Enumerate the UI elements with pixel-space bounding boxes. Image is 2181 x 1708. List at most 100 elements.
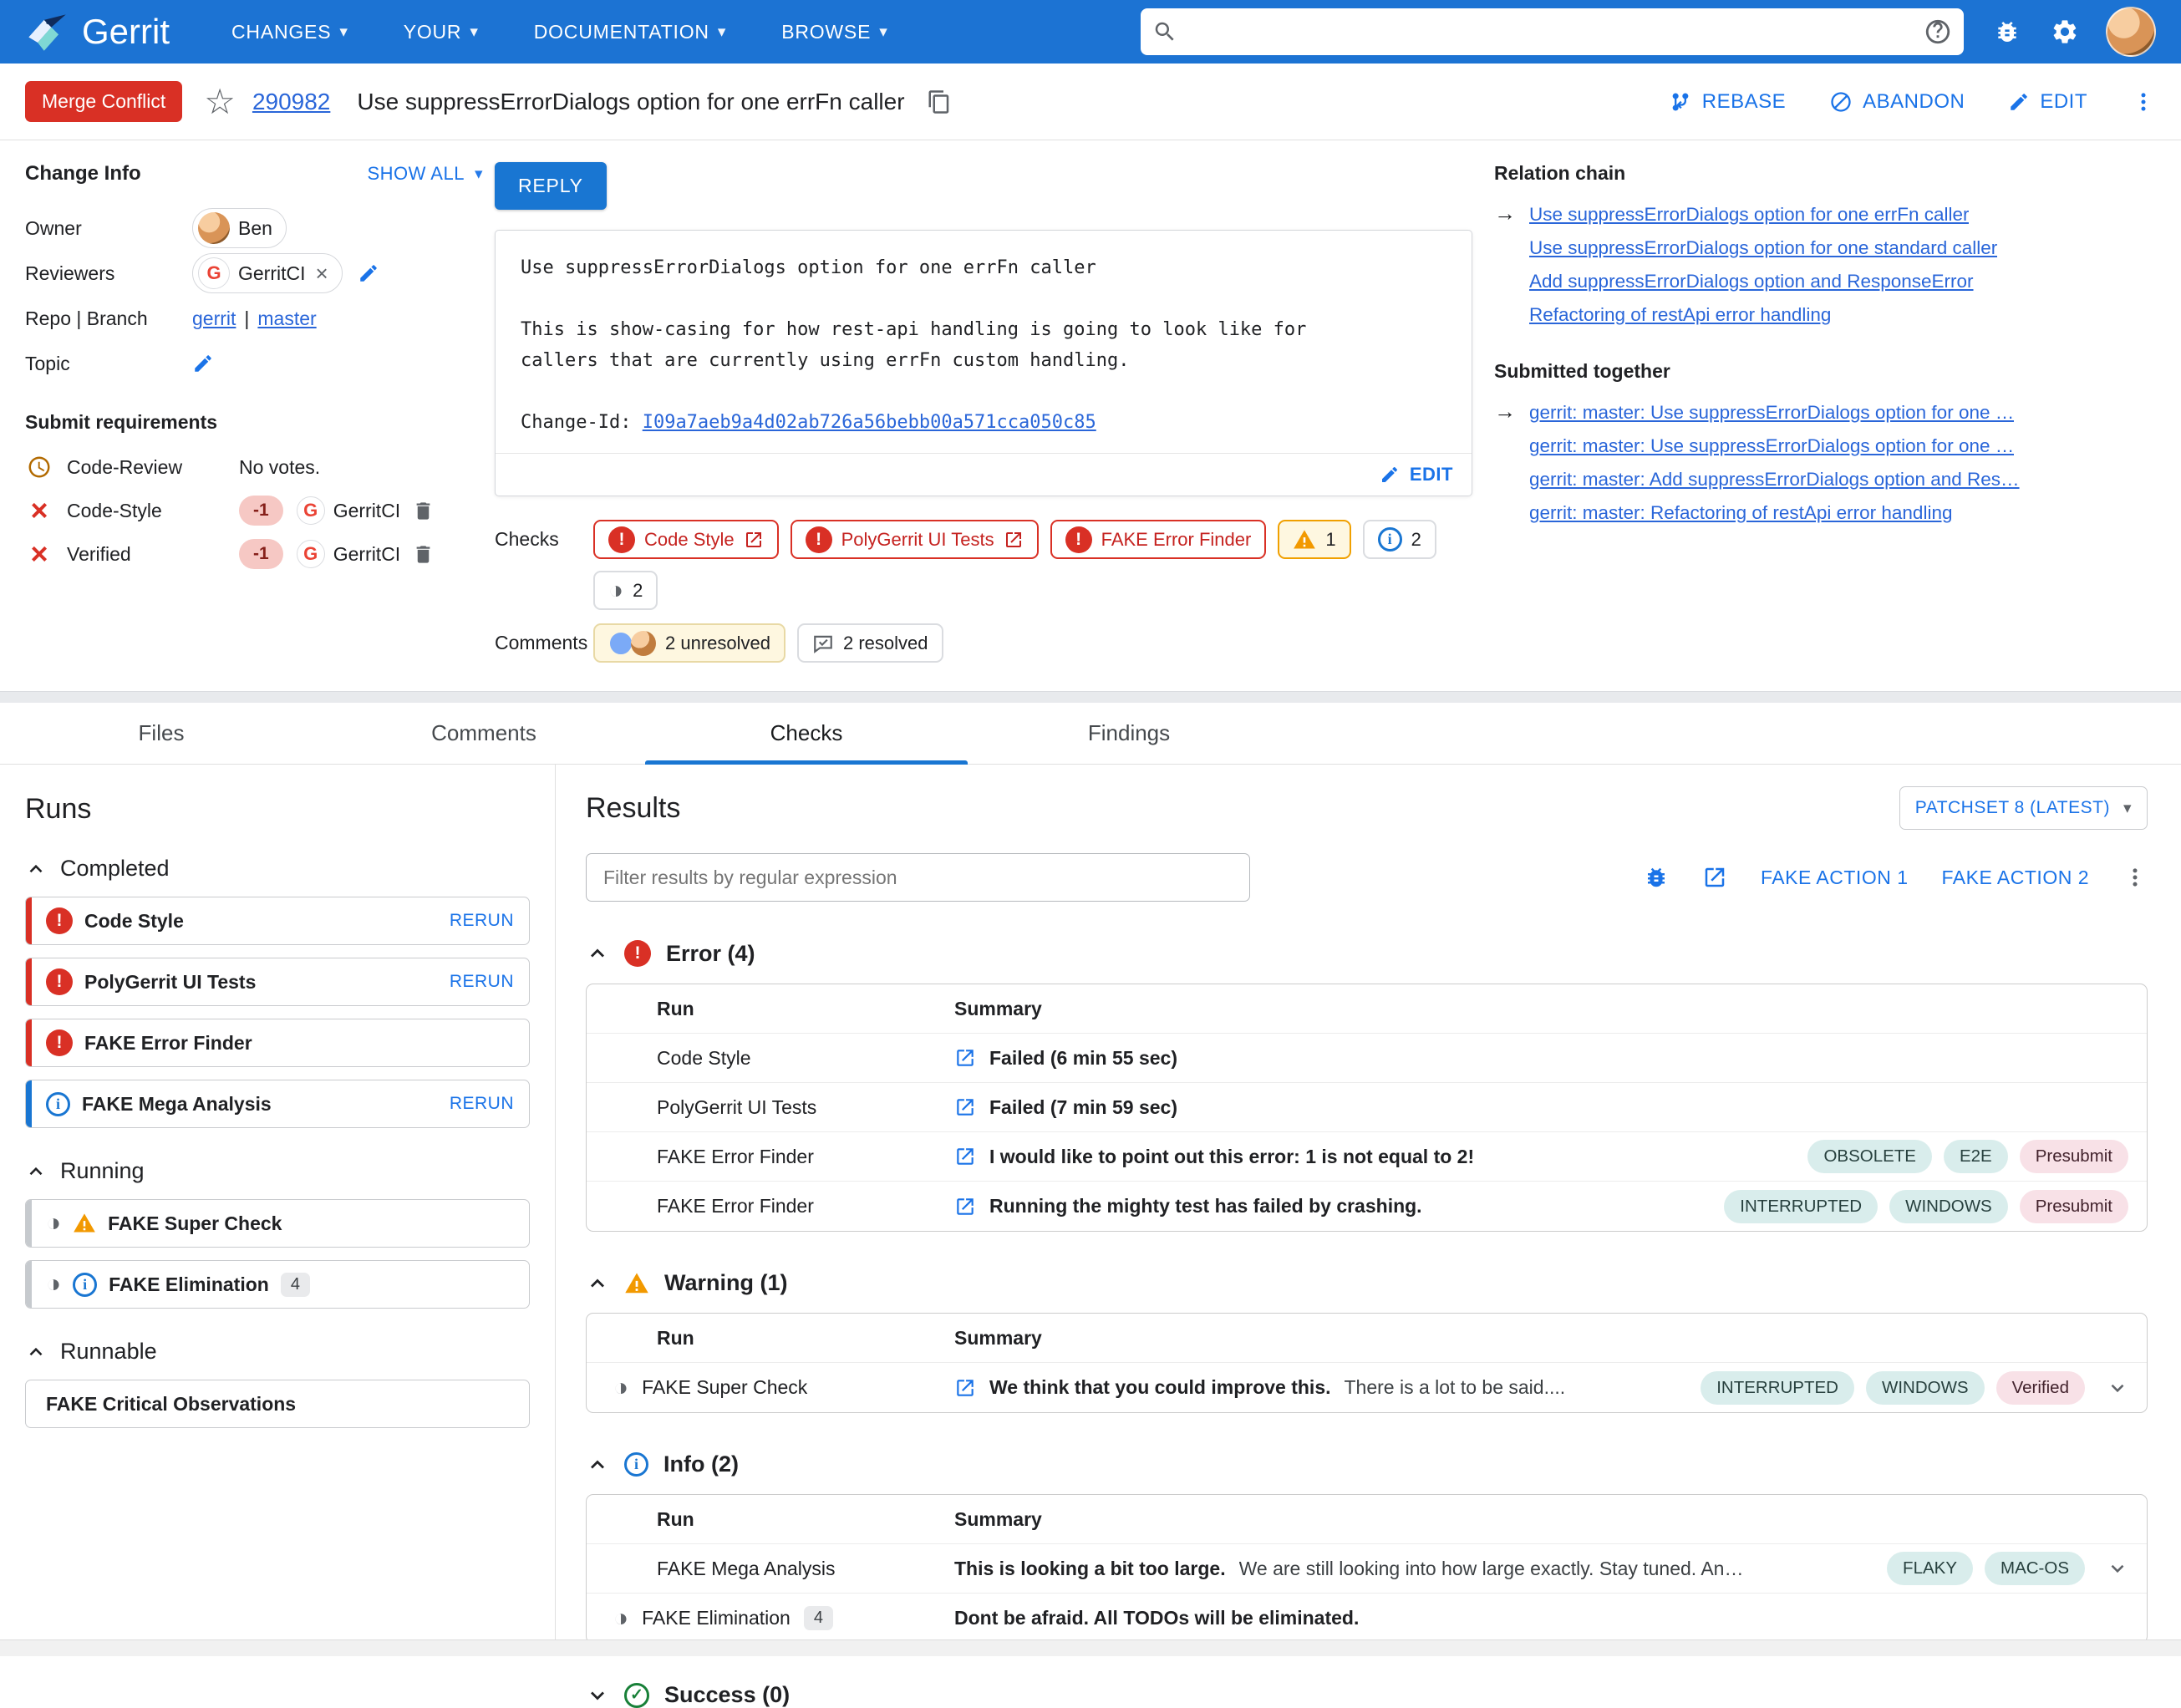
edit-reviewers-icon[interactable] xyxy=(358,262,379,284)
tab-checks[interactable]: Checks xyxy=(645,703,968,765)
external-link-icon[interactable] xyxy=(1702,865,1727,890)
external-link-icon[interactable] xyxy=(954,1196,976,1217)
gerrit-home-link[interactable]: Gerrit xyxy=(25,10,170,53)
run-card-fake-super-check[interactable]: ◑ FAKE Super Check xyxy=(25,1199,530,1248)
delete-vote-icon[interactable] xyxy=(412,500,435,522)
running-count-chip[interactable]: ◑ 2 xyxy=(593,571,658,610)
run-card-fake-critical-observations[interactable]: FAKE Critical Observations xyxy=(25,1380,530,1428)
reviewer-chip[interactable]: G GerritCI × xyxy=(192,253,343,293)
relation-chain-link[interactable]: Add suppressErrorDialogs option and Resp… xyxy=(1529,265,1974,298)
more-options-icon[interactable] xyxy=(2123,865,2148,890)
submitted-together-link[interactable]: gerrit: master: Add suppressErrorDialogs… xyxy=(1529,463,2020,496)
result-row[interactable]: FAKE Mega Analysis This is looking a bit… xyxy=(587,1544,2147,1594)
expand-row-chevron-icon[interactable] xyxy=(2107,1377,2128,1399)
run-card-fake-elimination[interactable]: ◑ i FAKE Elimination 4 xyxy=(25,1260,530,1309)
unresolved-comments-chip[interactable]: 2 unresolved xyxy=(593,623,785,663)
expand-row-chevron-icon[interactable] xyxy=(2107,1558,2128,1579)
result-tag[interactable]: FLAKY xyxy=(1887,1552,1973,1585)
chevron-up-icon[interactable] xyxy=(25,858,47,880)
result-tag[interactable]: OBSOLETE xyxy=(1807,1140,1932,1173)
edit-topic-icon[interactable] xyxy=(192,353,214,374)
filter-results-input[interactable] xyxy=(586,853,1250,902)
show-all-button[interactable]: SHOW ALL ▾ xyxy=(367,163,483,185)
star-icon[interactable]: ☆ xyxy=(204,84,236,119)
vote-chip[interactable]: -1 xyxy=(239,539,283,569)
result-tag[interactable]: WINDOWS xyxy=(1889,1189,2008,1223)
rerun-button[interactable]: RERUN xyxy=(450,972,514,992)
reply-button[interactable]: REPLY xyxy=(495,162,607,210)
running-section-header[interactable]: Running xyxy=(25,1158,530,1184)
external-link-icon[interactable] xyxy=(954,1096,976,1118)
completed-section-header[interactable]: Completed xyxy=(25,856,530,882)
result-row[interactable]: ◑ FAKE Super Check We think that you cou… xyxy=(587,1363,2147,1412)
warning-count-chip[interactable]: 1 xyxy=(1278,520,1351,559)
rerun-button[interactable]: RERUN xyxy=(450,911,514,931)
nav-your[interactable]: YOUR ▾ xyxy=(404,21,479,43)
result-tag[interactable]: MAC-OS xyxy=(1985,1552,2085,1585)
fake-action-2-button[interactable]: FAKE ACTION 2 xyxy=(1942,867,2090,889)
search-input[interactable] xyxy=(1189,20,1912,43)
relation-chain-link[interactable]: Refactoring of restApi error handling xyxy=(1529,298,1831,332)
result-tag[interactable]: Presubmit xyxy=(2019,1189,2128,1223)
success-section-header[interactable]: ✓ Success (0) xyxy=(586,1682,2148,1708)
resolved-comments-chip[interactable]: 2 resolved xyxy=(796,623,943,663)
run-card-fake-error-finder[interactable]: ! FAKE Error Finder xyxy=(25,1019,530,1067)
relation-chain-link[interactable]: Use suppressErrorDialogs option for one … xyxy=(1529,231,1997,265)
info-count-chip[interactable]: i 2 xyxy=(1362,520,1436,559)
chevron-up-icon[interactable] xyxy=(586,1272,609,1295)
check-chip-fake-error-finder[interactable]: ! FAKE Error Finder xyxy=(1050,520,1267,559)
nav-changes[interactable]: CHANGES ▾ xyxy=(231,21,348,43)
report-bug-icon[interactable] xyxy=(1644,865,1669,890)
edit-button[interactable]: EDIT xyxy=(2008,90,2087,114)
user-avatar[interactable] xyxy=(2106,7,2156,57)
result-tag[interactable]: WINDOWS xyxy=(1865,1370,1985,1405)
relation-chain-link[interactable]: Use suppressErrorDialogs option for one … xyxy=(1529,198,1969,231)
result-row[interactable]: PolyGerrit UI Tests Failed (7 min 59 sec… xyxy=(587,1083,2147,1132)
abandon-button[interactable]: ABANDON xyxy=(1829,90,1965,114)
tab-findings[interactable]: Findings xyxy=(968,703,1290,764)
run-card-polygerrit-ui-tests[interactable]: ! PolyGerrit UI Tests RERUN xyxy=(25,958,530,1006)
delete-vote-icon[interactable] xyxy=(412,543,435,566)
result-row[interactable]: ◑ FAKE Elimination 4 Dont be afraid. All… xyxy=(587,1594,2147,1643)
report-bug-icon[interactable] xyxy=(1994,18,2021,45)
result-tag[interactable]: INTERRUPTED xyxy=(1724,1189,1879,1223)
submitted-together-link[interactable]: gerrit: master: Use suppressErrorDialogs… xyxy=(1529,396,2014,430)
run-card-fake-mega-analysis[interactable]: i FAKE Mega Analysis RERUN xyxy=(25,1080,530,1128)
check-chip-polygerrit-ui-tests[interactable]: ! PolyGerrit UI Tests xyxy=(790,520,1039,559)
remove-reviewer-icon[interactable]: × xyxy=(316,261,328,287)
settings-gear-icon[interactable] xyxy=(2051,18,2079,46)
external-link-icon[interactable] xyxy=(954,1047,976,1069)
rerun-button[interactable]: RERUN xyxy=(450,1094,514,1114)
chevron-up-icon[interactable] xyxy=(586,942,609,965)
chevron-up-icon[interactable] xyxy=(25,1161,47,1182)
search-bar[interactable] xyxy=(1141,8,1964,55)
repo-link[interactable]: gerrit xyxy=(192,308,236,330)
branch-link[interactable]: master xyxy=(257,308,316,330)
tab-files[interactable]: Files xyxy=(0,703,323,764)
chevron-up-icon[interactable] xyxy=(586,1453,609,1477)
fake-action-1-button[interactable]: FAKE ACTION 1 xyxy=(1761,867,1909,889)
result-tag[interactable]: INTERRUPTED xyxy=(1701,1370,1854,1405)
edit-commit-message-button[interactable]: EDIT xyxy=(1380,464,1453,485)
help-icon[interactable] xyxy=(1924,18,1952,46)
chevron-down-icon[interactable] xyxy=(586,1684,609,1707)
vote-chip[interactable]: -1 xyxy=(239,496,283,526)
more-options-icon[interactable] xyxy=(2131,89,2156,114)
tab-comments[interactable]: Comments xyxy=(323,703,645,764)
nav-browse[interactable]: BROWSE ▾ xyxy=(781,21,887,43)
patchset-dropdown[interactable]: PATCHSET 8 (LATEST) ▾ xyxy=(1899,786,2148,830)
warning-section-header[interactable]: Warning (1) xyxy=(586,1270,2148,1296)
nav-documentation[interactable]: DOCUMENTATION ▾ xyxy=(534,21,727,43)
check-chip-code-style[interactable]: ! Code Style xyxy=(593,520,779,559)
result-tag[interactable]: Verified xyxy=(1995,1370,2085,1405)
horizontal-scrollbar[interactable] xyxy=(0,1639,2181,1656)
change-id-link[interactable]: I09a7aeb9a4d02ab726a56bebb00a571cca050c8… xyxy=(643,412,1096,433)
change-number-link[interactable]: 290982 xyxy=(252,89,330,115)
result-tag[interactable]: E2E xyxy=(1943,1140,2008,1173)
result-row[interactable]: FAKE Error Finder I would like to point … xyxy=(587,1132,2147,1182)
error-section-header[interactable]: ! Error (4) xyxy=(586,940,2148,967)
run-card-code-style[interactable]: ! Code Style RERUN xyxy=(25,897,530,945)
external-link-icon[interactable] xyxy=(954,1146,976,1167)
result-row[interactable]: FAKE Error Finder Running the mighty tes… xyxy=(587,1182,2147,1231)
info-section-header[interactable]: i Info (2) xyxy=(586,1451,2148,1477)
